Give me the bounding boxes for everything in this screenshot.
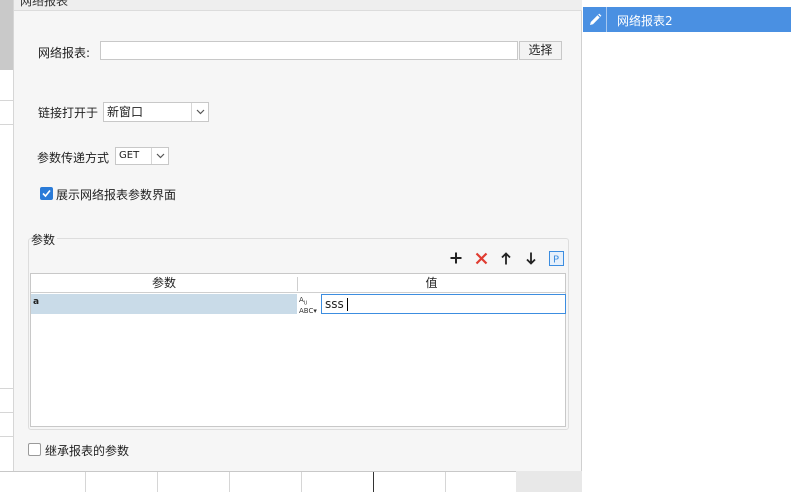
open-in-label: 链接打开于 (38, 106, 99, 120)
open-in-value: 新窗口 (107, 105, 144, 119)
svg-text:P: P (553, 254, 559, 265)
left-sheet-header (0, 0, 13, 70)
open-in-dropdown[interactable]: 新窗口 (103, 102, 209, 122)
abc-type-icon[interactable]: AU ABC▾ (298, 294, 320, 315)
checkmark-icon (42, 189, 51, 198)
move-down-button[interactable] (522, 249, 540, 267)
choose-button[interactable]: 选择 (519, 41, 562, 60)
show-params-label: 展示网络报表参数界面 (56, 188, 177, 202)
column-header-value[interactable]: 值 (298, 274, 565, 293)
method-label: 参数传递方式 (37, 151, 110, 165)
sheet-gridline (0, 388, 13, 389)
table-header: 参数 值 (31, 274, 565, 293)
sheet-scroll-corner (516, 471, 582, 492)
param-name-cell: a (33, 297, 40, 307)
sheet-gridline (0, 100, 13, 101)
list-item[interactable]: 网络报表2 (583, 7, 791, 32)
sheet-gridline (85, 472, 86, 492)
hyperlink-list-panel (583, 0, 791, 492)
sheet-gridline (445, 472, 446, 492)
inherit-params-label: 继承报表的参数 (45, 444, 130, 458)
sheet-gridline (301, 472, 302, 492)
chevron-down-icon (151, 148, 168, 164)
sheet-gridline (0, 436, 13, 437)
sheet-gridline (373, 472, 374, 492)
list-item-label: 网络报表2 (617, 14, 673, 28)
method-dropdown[interactable]: GET (115, 147, 169, 165)
sheet-gridline (157, 472, 158, 492)
sheet-gridline (0, 124, 13, 125)
plus-icon (450, 252, 462, 264)
red-x-icon (475, 252, 487, 264)
inherit-params-checkbox[interactable] (28, 443, 41, 456)
report-input[interactable] (100, 41, 518, 60)
dialog-title-bar: 网络报表 (14, 0, 582, 11)
p-icon: P (548, 250, 564, 266)
params-group-title: 参数 (31, 231, 58, 248)
add-param-button[interactable] (447, 249, 465, 267)
text-caret (347, 298, 348, 311)
sheet-gridline (0, 412, 13, 413)
pencil-icon[interactable] (583, 7, 607, 32)
param-value-input[interactable]: sss (321, 294, 566, 314)
arrow-up-icon (501, 251, 511, 264)
sheet-gridline (229, 472, 230, 492)
sheet-bottom-strip (0, 471, 582, 492)
param-p-button[interactable]: P (547, 249, 565, 267)
move-up-button[interactable] (497, 249, 515, 267)
report-label: 网络报表: (38, 46, 91, 60)
show-params-checkbox[interactable] (40, 187, 53, 200)
column-header-param[interactable]: 参数 (31, 274, 297, 293)
chevron-down-icon (191, 103, 208, 121)
param-value-text: sss (325, 297, 344, 311)
dialog-title: 网络报表 (20, 0, 69, 8)
params-table: 参数 值 a AU ABC▾ sss (30, 273, 566, 427)
left-sheet-edge (0, 0, 14, 492)
method-value: GET (119, 150, 140, 161)
table-row[interactable]: a (31, 294, 297, 314)
arrow-down-icon (526, 252, 536, 265)
hyperlink-dialog: 网络报表 网络报表: 选择 链接打开于 新窗口 参数传递方式 GET 展示网络报… (14, 0, 582, 471)
delete-param-button[interactable] (472, 249, 490, 267)
